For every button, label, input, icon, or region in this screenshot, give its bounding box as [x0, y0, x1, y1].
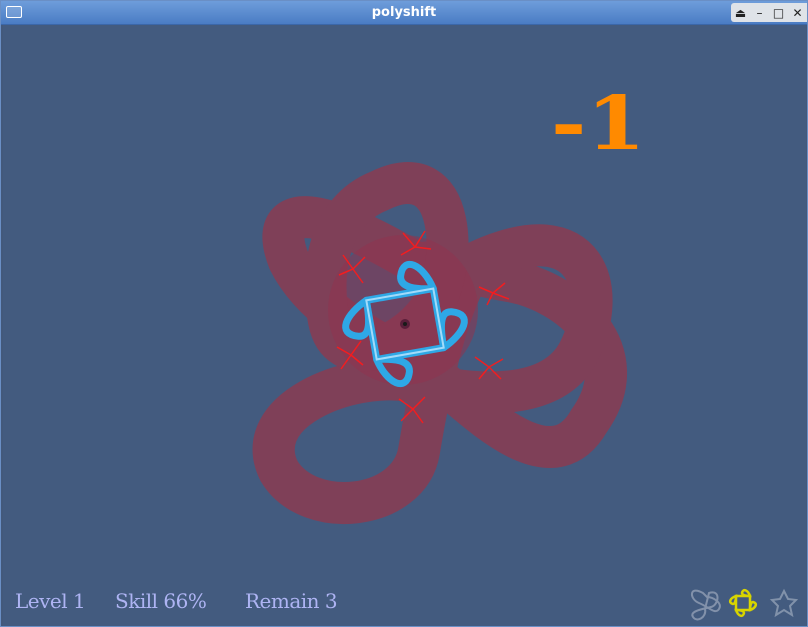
- title-bar[interactable]: polyshift ⏏ – □ ✕: [1, 1, 807, 25]
- eject-icon[interactable]: ⏏: [733, 5, 749, 21]
- window-title: polyshift: [371, 5, 437, 20]
- minimize-icon[interactable]: –: [752, 5, 768, 21]
- window-controls: ⏏ – □ ✕: [731, 3, 807, 22]
- hud-level: Level 1: [15, 589, 86, 613]
- trefoil-shape-icon[interactable]: [691, 589, 721, 621]
- score-popup: -1: [551, 81, 646, 167]
- game-scene: [252, 162, 799, 621]
- star-shape-icon[interactable]: [769, 588, 799, 618]
- maximize-icon[interactable]: □: [771, 5, 787, 21]
- square-knot-shape-icon[interactable]: [728, 588, 758, 618]
- close-icon[interactable]: ✕: [790, 5, 806, 21]
- hud-remain: Remain 3: [245, 589, 338, 613]
- app-window: polyshift ⏏ – □ ✕ -1 Level 1 Skill 66% R…: [0, 0, 808, 627]
- game-canvas[interactable]: -1 Level 1 Skill 66% Remain 3: [3, 25, 806, 626]
- hud-skill: Skill 66%: [115, 589, 207, 613]
- center-marker: [400, 319, 410, 329]
